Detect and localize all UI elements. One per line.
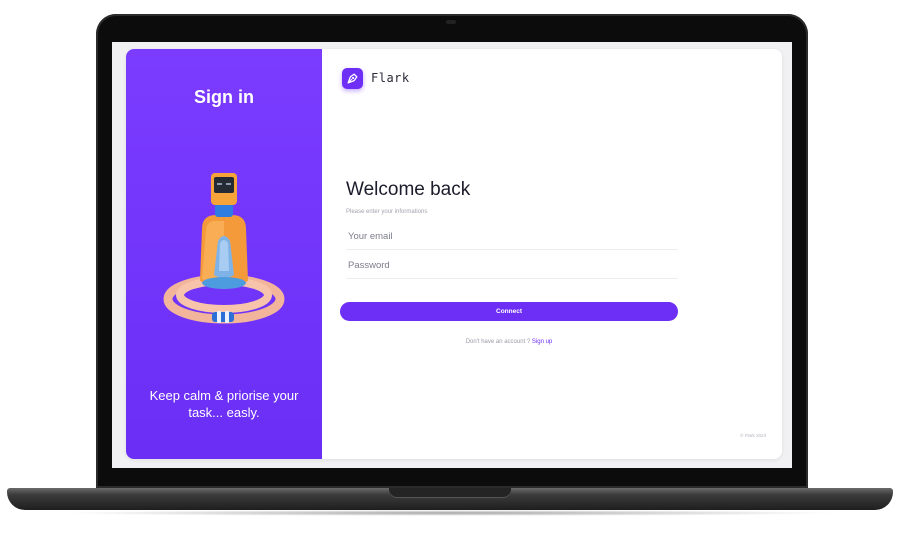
signup-prompt: Don't have an account ? Sign up (340, 339, 678, 345)
laptop-shadow (60, 510, 840, 516)
form-subtitle: Please enter your informations (346, 209, 428, 215)
password-field[interactable] (346, 253, 678, 279)
signup-link[interactable]: Sign up (532, 339, 552, 345)
laptop-base (7, 488, 893, 510)
no-account-text: Don't have an account ? (465, 339, 531, 345)
left-panel: Sign in Keep calm & priorise your task..… (126, 49, 322, 459)
laptop-lid: Sign in Keep calm & priorise your task..… (96, 14, 808, 488)
copyright: © Flark 2023 (740, 433, 766, 438)
email-field[interactable] (346, 224, 678, 250)
brand-name: Flark (371, 71, 410, 85)
brand: Flark (342, 67, 410, 89)
welcome-heading: Welcome back (346, 179, 471, 200)
sign-in-card: Sign in Keep calm & priorise your task..… (126, 49, 782, 459)
page-title: Sign in (194, 87, 254, 107)
connect-button[interactable]: Connect (340, 302, 678, 321)
pen-nib-icon (342, 67, 363, 89)
laptop-notch (389, 488, 511, 498)
laptop-screen: Sign in Keep calm & priorise your task..… (112, 42, 792, 468)
meditating-robot-illustration (163, 173, 285, 324)
tagline: Keep calm & priorise your task... easly. (149, 388, 299, 420)
camera (446, 20, 456, 24)
